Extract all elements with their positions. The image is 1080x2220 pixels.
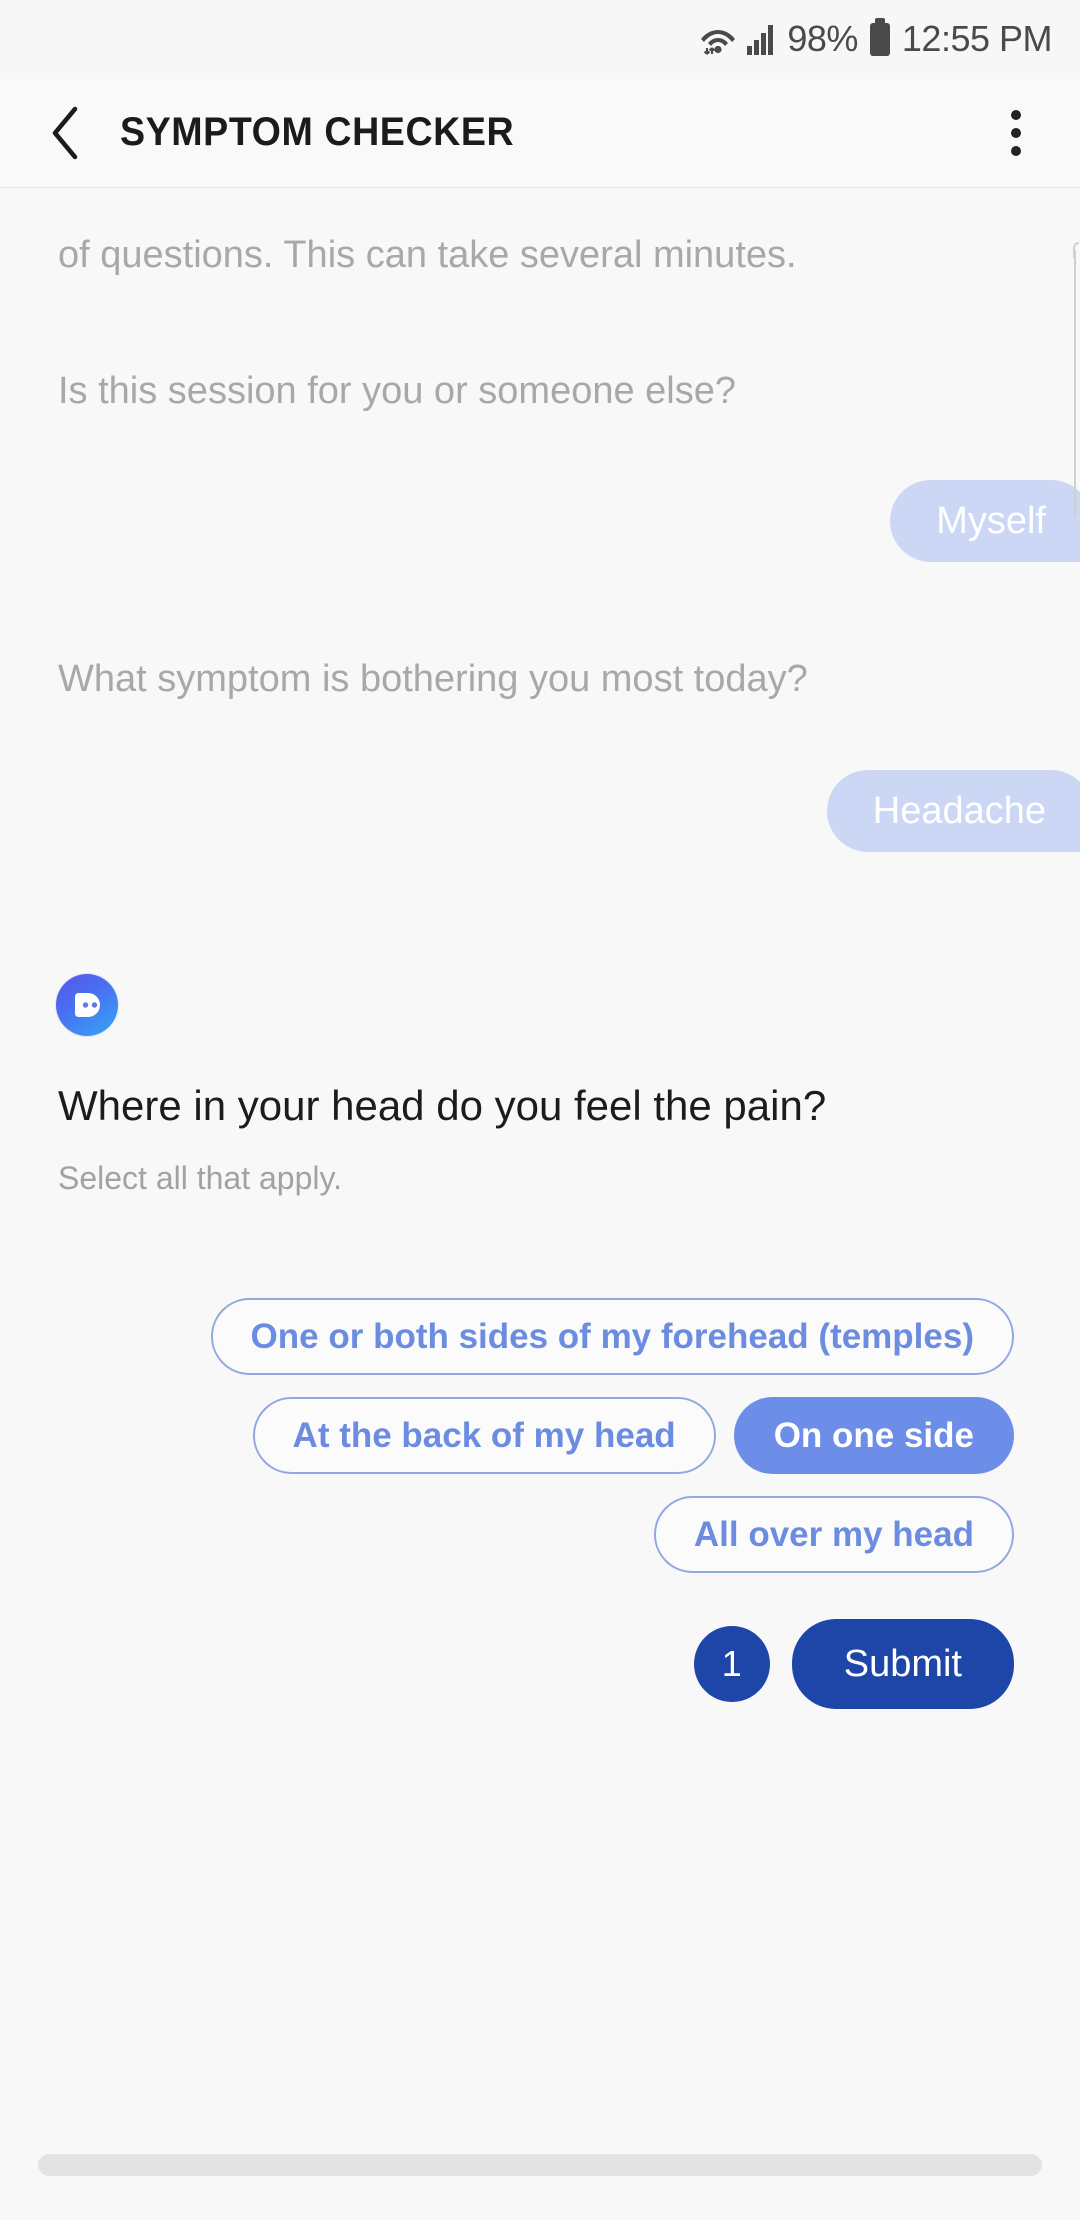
wifi-icon: [699, 22, 737, 56]
user-message-row: Myself: [0, 480, 1080, 562]
bot-message: Is this session for you or someone else?: [58, 370, 737, 412]
app-header: SYMPTOM CHECKER: [0, 78, 1080, 188]
page-title: SYMPTOM CHECKER: [120, 110, 515, 154]
battery-icon: [869, 17, 890, 56]
answer-option-chip-selected[interactable]: On one side: [733, 1397, 1014, 1474]
user-message-bubble: Headache: [826, 770, 1080, 852]
cellular-signal-icon: [747, 22, 777, 56]
user-message-bubble: Myself: [890, 480, 1080, 562]
bot-message: What symptom is bothering you most today…: [58, 658, 808, 700]
overflow-menu-icon[interactable]: [986, 98, 1046, 168]
status-bar: 98% 12:55 PM: [0, 0, 1080, 78]
chat-scroll-area[interactable]: of questions. This can take several minu…: [0, 188, 1080, 2220]
clock-label: 12:55 PM: [901, 18, 1053, 59]
bot-message: of questions. This can take several minu…: [58, 234, 797, 276]
user-message-row: Headache: [0, 770, 1080, 852]
bot-avatar-row: [0, 974, 1080, 1036]
system-navigation-bar: [0, 2110, 1080, 2220]
submit-row: 1 Submit: [0, 1619, 1080, 1709]
bot-avatar-icon: [56, 974, 118, 1036]
selected-count-badge: 1: [693, 1626, 770, 1702]
answer-option-chip[interactable]: At the back of my head: [252, 1397, 716, 1474]
answer-option-chip[interactable]: One or both sides of my forehead (temple…: [210, 1298, 1014, 1375]
answer-options: One or both sides of my forehead (temple…: [0, 1298, 1080, 1573]
submit-button[interactable]: Submit: [791, 1619, 1014, 1709]
question-subtitle: Select all that apply.: [58, 1160, 343, 1196]
answer-option-chip[interactable]: All over my head: [653, 1496, 1014, 1573]
back-chevron-icon[interactable]: [40, 106, 92, 159]
scrollbar[interactable]: [1073, 242, 1079, 518]
gesture-handle[interactable]: [38, 2154, 1042, 2176]
question-title: Where in your head do you feel the pain?: [58, 1082, 827, 1129]
battery-percent-label: 98%: [787, 18, 858, 59]
